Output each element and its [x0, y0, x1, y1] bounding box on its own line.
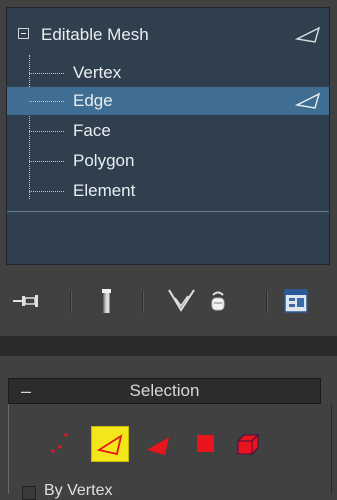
trash-icon[interactable]: [209, 289, 227, 313]
stack-item-editable-mesh[interactable]: Editable Mesh: [7, 21, 329, 49]
vertex-mode-button[interactable]: [44, 427, 82, 463]
by-vertex-label: By Vertex: [44, 482, 113, 499]
stack-item-polygon[interactable]: Polygon: [7, 147, 329, 175]
make-unique-icon[interactable]: [167, 288, 197, 314]
stack-item-label: Vertex: [73, 63, 122, 82]
stack-item-label: Face: [73, 121, 111, 140]
element-mode-button[interactable]: [230, 427, 268, 463]
stack-item-label: Polygon: [73, 151, 135, 170]
vertex-dots-icon: [51, 433, 68, 453]
configure-sets-icon[interactable]: [282, 287, 310, 315]
stack-item-label: Editable Mesh: [41, 25, 149, 44]
selection-rollout-header[interactable]: – Selection: [8, 378, 321, 404]
face-mode-button[interactable]: [143, 427, 181, 463]
stack-item-face[interactable]: Face: [7, 117, 329, 145]
edge-triangle-icon: [96, 434, 123, 456]
toolbar-separator: [266, 291, 268, 313]
face-triangle-icon: [147, 437, 169, 455]
stack-item-vertex[interactable]: Vertex: [7, 59, 329, 87]
tree-branch: [29, 73, 64, 74]
polygon-square-icon: [197, 435, 214, 452]
stack-item-label: Element: [73, 181, 136, 200]
element-cube-icon: [236, 433, 260, 456]
tree-branch: [29, 161, 64, 162]
toolbar-separator: [142, 291, 144, 313]
toolbar-separator: [70, 291, 72, 313]
tree-branch: [29, 191, 64, 192]
stack-item-edge[interactable]: Edge: [7, 87, 329, 115]
tree-branch: [29, 131, 64, 132]
stack-item-element[interactable]: Element: [7, 177, 329, 205]
stack-divider: [7, 211, 329, 212]
by-vertex-checkbox[interactable]: [22, 486, 36, 500]
collapse-toggle-icon[interactable]: [18, 28, 29, 39]
panel-divider: [0, 336, 337, 356]
rollout-title: Selection: [129, 381, 200, 400]
edge-mode-button[interactable]: [91, 426, 129, 462]
polygon-mode-button[interactable]: [188, 427, 226, 463]
pin-icon[interactable]: [12, 292, 42, 310]
edge-triangle-icon: [295, 92, 321, 109]
stack-item-label: Edge: [73, 91, 113, 110]
end-result-icon[interactable]: [100, 287, 114, 317]
tree-branch: [29, 101, 64, 102]
edge-triangle-icon: [295, 26, 321, 43]
modifier-stack-list[interactable]: Editable Mesh Vertex Edge Face Polygon E…: [6, 7, 330, 265]
